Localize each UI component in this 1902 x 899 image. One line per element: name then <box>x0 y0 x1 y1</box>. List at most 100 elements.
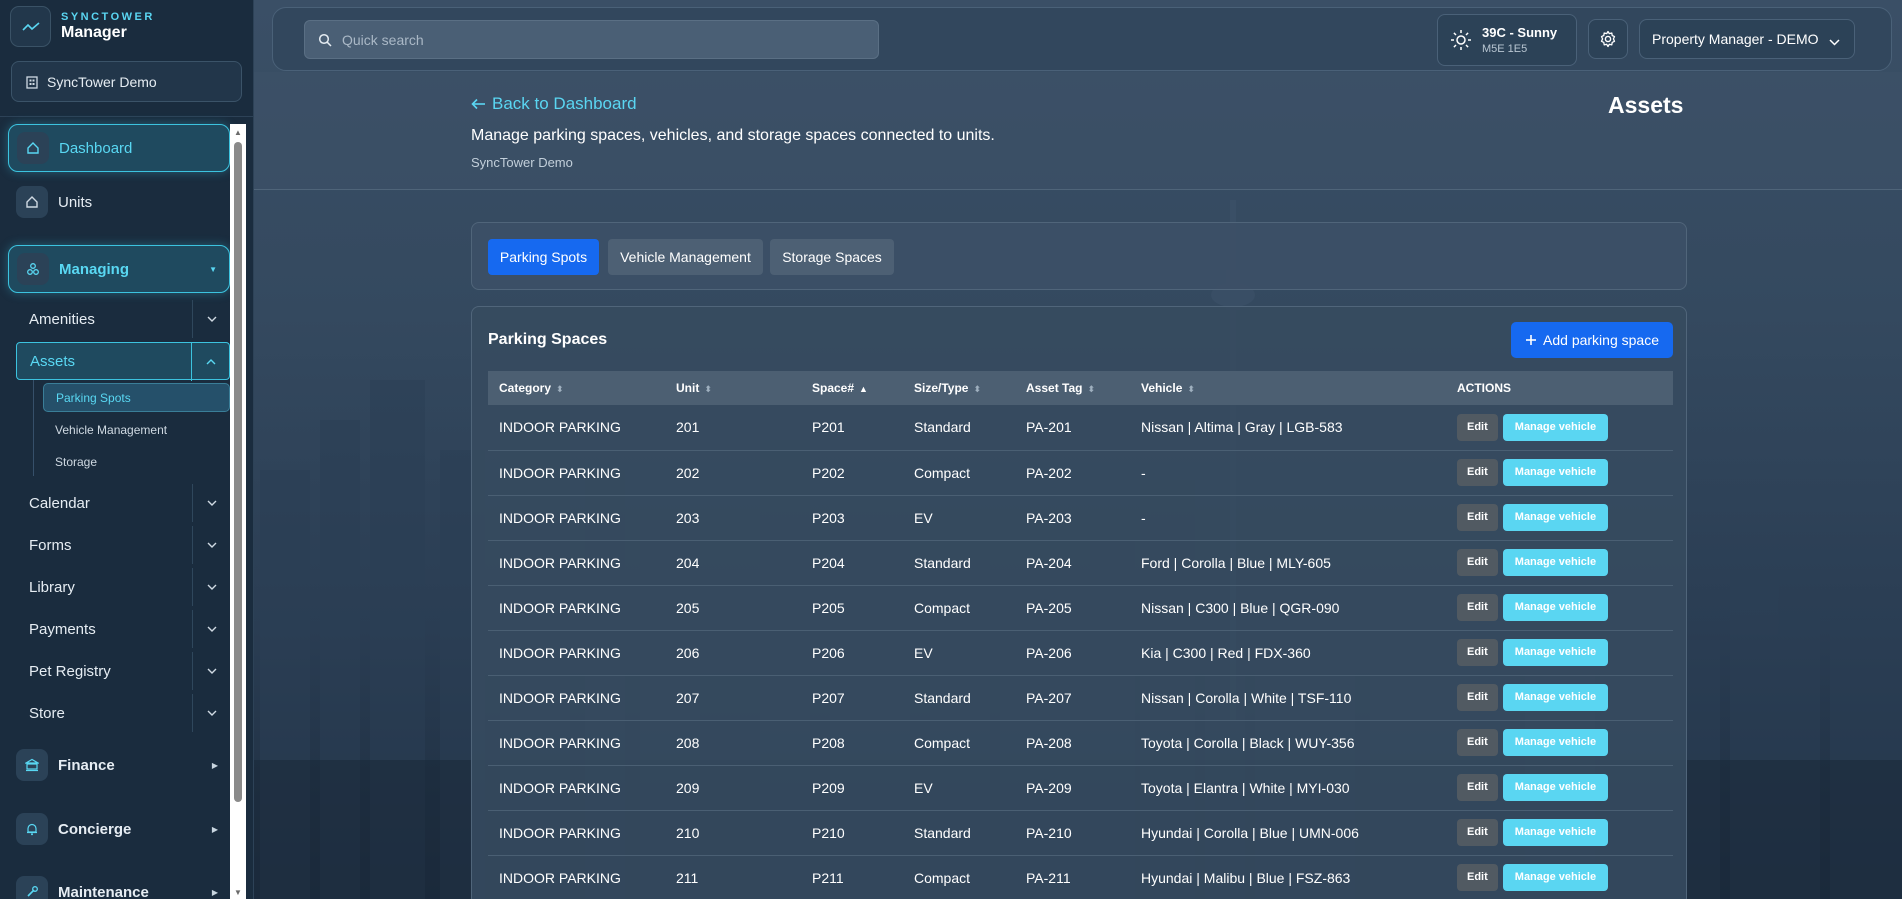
tab-storage-spaces[interactable]: Storage Spaces <box>770 239 894 275</box>
column-header-space[interactable]: Space# ▲ <box>801 371 903 405</box>
sidebar-item-calendar[interactable]: Calendar <box>16 484 230 522</box>
chevron-up-icon[interactable] <box>191 343 229 381</box>
manage-vehicle-button[interactable]: Manage vehicle <box>1502 459 1609 486</box>
sidebar-item-parking-spots[interactable]: Parking Spots <box>43 383 230 412</box>
sidebar-item-payments[interactable]: Payments <box>16 610 230 648</box>
chevron-down-icon[interactable] <box>192 568 230 606</box>
cell-unit: 210 <box>676 824 700 841</box>
chevron-down-icon[interactable] <box>192 526 230 564</box>
edit-button[interactable]: Edit <box>1457 594 1498 621</box>
brand[interactable]: SYNCTOWER Manager <box>10 6 155 47</box>
sidebar-group-managing[interactable]: Managing ▼ <box>8 245 230 293</box>
wrench-icon <box>16 876 48 899</box>
edit-button[interactable]: Edit <box>1457 459 1498 486</box>
edit-button[interactable]: Edit <box>1457 819 1498 846</box>
property-selector[interactable]: SyncTower Demo <box>11 61 242 102</box>
scrollbar-thumb[interactable] <box>234 142 242 802</box>
cell-size-type: Compact <box>914 734 971 751</box>
cell-vehicle: Nissan | C300 | Blue | QGR-090 <box>1141 599 1340 616</box>
add-parking-space-button[interactable]: Add parking space <box>1511 322 1673 358</box>
scroll-up-icon[interactable]: ▲ <box>234 128 242 137</box>
sidebar-group-finance[interactable]: Finance ▶ <box>8 741 230 789</box>
edit-button[interactable]: Edit <box>1457 729 1498 756</box>
sidebar-group-concierge[interactable]: Concierge ▶ <box>8 805 230 853</box>
manage-vehicle-button[interactable]: Manage vehicle <box>1502 774 1609 801</box>
cell-asset-tag: PA-208 <box>1026 734 1072 751</box>
edit-button[interactable]: Edit <box>1457 864 1498 891</box>
sidebar-group-maintenance[interactable]: Maintenance ▶ <box>8 868 230 899</box>
manage-vehicle-button[interactable]: Manage vehicle <box>1502 504 1609 531</box>
arrow-left-icon <box>471 98 486 110</box>
edit-button[interactable]: Edit <box>1457 504 1498 531</box>
table-row: INDOOR PARKING 207 P207 Standard PA-207 Nissa… <box>488 675 1673 720</box>
page-title: Assets <box>1608 92 1684 118</box>
back-link-label: Back to Dashboard <box>492 94 637 113</box>
sidebar-item-library[interactable]: Library <box>16 568 230 606</box>
edit-button[interactable]: Edit <box>1457 684 1498 711</box>
edit-button[interactable]: Edit <box>1457 413 1498 441</box>
cell-size-type: EV <box>914 644 933 661</box>
sidebar-item-units[interactable]: Units <box>8 178 230 226</box>
weather-widget[interactable]: 39C - Sunny M5E 1E5 <box>1437 14 1577 66</box>
chevron-down-icon[interactable] <box>192 694 230 732</box>
column-header-unit[interactable]: Unit ⬍ <box>665 371 801 405</box>
manage-vehicle-button[interactable]: Manage vehicle <box>1502 594 1609 621</box>
sidebar-item-label: Concierge <box>58 820 132 838</box>
sidebar-item-forms[interactable]: Forms <box>16 526 230 564</box>
cell-vehicle: Hyundai | Corolla | Blue | UMN-006 <box>1141 824 1359 841</box>
home-icon <box>16 186 48 218</box>
table-row: INDOOR PARKING 210 P210 Standard PA-210 Hyund… <box>488 810 1673 855</box>
caret-right-icon: ▶ <box>211 887 218 897</box>
manage-vehicle-button[interactable]: Manage vehicle <box>1502 684 1609 711</box>
column-header-category[interactable]: Category ⬍ <box>488 371 665 405</box>
manage-vehicle-button[interactable]: Manage vehicle <box>1502 639 1609 666</box>
search-input[interactable] <box>342 31 862 48</box>
cell-actions: Edit Manage vehicle <box>1446 675 1673 720</box>
cell-asset-tag: PA-209 <box>1026 779 1072 796</box>
sort-icon: ⬍ <box>973 384 982 394</box>
scroll-down-icon[interactable]: ▼ <box>234 888 242 897</box>
cell-actions: Edit Manage vehicle <box>1446 810 1673 855</box>
column-header-size-type[interactable]: Size/Type ⬍ <box>903 371 1015 405</box>
sidebar-item-storage[interactable]: Storage <box>43 447 230 476</box>
sidebar-item-vehicle-management[interactable]: Vehicle Management <box>43 415 230 444</box>
search-box[interactable] <box>304 20 879 59</box>
sidebar-item-store[interactable]: Store <box>16 694 230 732</box>
cluster-icon <box>17 253 49 285</box>
column-header-asset-tag[interactable]: Asset Tag ⬍ <box>1015 371 1130 405</box>
column-header-vehicle[interactable]: Vehicle ⬍ <box>1130 371 1446 405</box>
edit-button[interactable]: Edit <box>1457 639 1498 666</box>
chevron-down-icon[interactable] <box>192 652 230 690</box>
sidebar-item-assets[interactable]: Assets <box>16 342 230 381</box>
settings-button[interactable] <box>1588 19 1628 59</box>
manage-vehicle-button[interactable]: Manage vehicle <box>1502 549 1609 576</box>
tab-parking-spots[interactable]: Parking Spots <box>488 239 599 275</box>
cell-asset-tag: PA-203 <box>1026 509 1072 526</box>
sidebar-item-amenities[interactable]: Amenities <box>16 300 230 338</box>
cell-unit: 202 <box>676 464 700 481</box>
sidebar-item-label: Payments <box>29 620 96 638</box>
cell-category: INDOOR PARKING <box>499 554 621 571</box>
cell-category: INDOOR PARKING <box>499 464 621 481</box>
edit-button[interactable]: Edit <box>1457 774 1498 801</box>
sidebar-scrollbar[interactable]: ▲ ▼ <box>230 124 246 899</box>
role-label: Property Manager - DEMO <box>1652 31 1819 47</box>
manage-vehicle-button[interactable]: Manage vehicle <box>1502 864 1609 891</box>
cell-unit: 204 <box>676 554 700 571</box>
chevron-down-icon[interactable] <box>192 300 230 338</box>
cell-unit: 208 <box>676 734 700 751</box>
sidebar-item-dashboard[interactable]: Dashboard <box>8 124 230 172</box>
chevron-down-icon[interactable] <box>192 610 230 648</box>
manage-vehicle-button[interactable]: Manage vehicle <box>1502 413 1609 441</box>
manage-vehicle-button[interactable]: Manage vehicle <box>1502 819 1609 846</box>
back-to-dashboard-link[interactable]: Back to Dashboard <box>471 94 637 114</box>
chevron-down-icon[interactable] <box>192 484 230 522</box>
asset-tabs-card: Parking Spots Vehicle Management Storage… <box>471 222 1687 290</box>
edit-button[interactable]: Edit <box>1457 549 1498 576</box>
cell-asset-tag: PA-205 <box>1026 599 1072 616</box>
sidebar-item-pet-registry[interactable]: Pet Registry <box>16 652 230 690</box>
manage-vehicle-button[interactable]: Manage vehicle <box>1502 729 1609 756</box>
role-selector[interactable]: Property Manager - DEMO <box>1639 19 1855 59</box>
cell-asset-tag: PA-206 <box>1026 644 1072 661</box>
tab-vehicle-management[interactable]: Vehicle Management <box>608 239 763 275</box>
